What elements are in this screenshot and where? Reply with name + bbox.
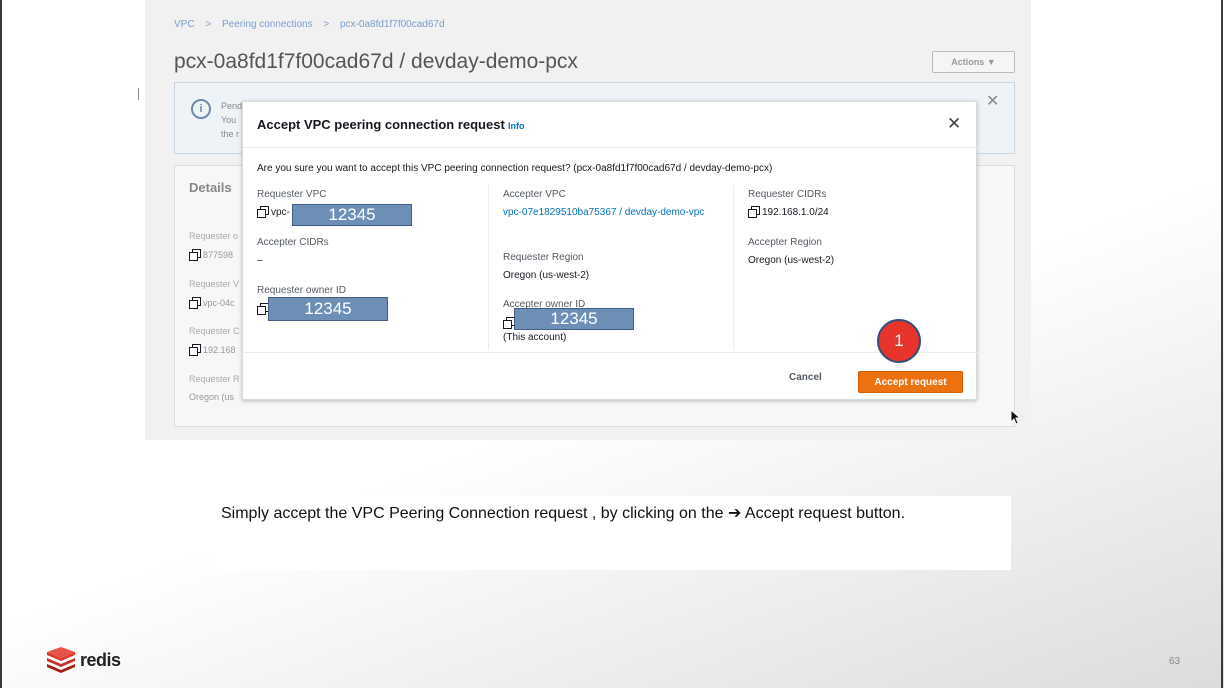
accepter-cidrs-label: Accepter CIDRs [257, 237, 329, 248]
details-value-text: vpc-04c [203, 298, 235, 308]
slide-caption: Simply accept the VPC Peering Connection… [221, 505, 906, 522]
page-title: pcx-0a8fd1f7f00cad67d / devday-demo-pcx [174, 50, 578, 73]
actions-button[interactable]: Actions ▼ [932, 51, 1015, 73]
info-icon: i [191, 99, 211, 119]
copy-icon [189, 249, 201, 261]
accept-request-modal: Accept VPC peering connection request In… [242, 101, 978, 400]
details-value: 192.168 [189, 344, 236, 356]
details-value: vpc-04c [189, 297, 235, 309]
copy-icon [189, 297, 201, 309]
redaction-box: 12345 [268, 297, 388, 321]
details-value-text: 192.168 [203, 345, 236, 355]
copy-icon[interactable] [503, 317, 515, 329]
requester-owner-id-label: Requester owner ID [257, 285, 346, 296]
info-link[interactable]: Info [508, 121, 525, 131]
details-label: Requester V [189, 279, 240, 289]
copy-icon[interactable] [257, 303, 269, 315]
modal-header: Accept VPC peering connection request In… [243, 102, 978, 148]
slide-right-border [1221, 0, 1223, 688]
redis-logo-icon [47, 647, 75, 673]
column-divider [733, 185, 734, 350]
confirmation-question: Are you sure you want to accept this VPC… [257, 163, 773, 174]
close-icon[interactable]: ✕ [947, 114, 961, 134]
step-badge: 1 [877, 319, 921, 363]
redaction-box: 12345 [514, 308, 634, 330]
details-title: Details [189, 180, 232, 195]
details-value: 877598 [189, 249, 234, 261]
column-divider [488, 185, 489, 350]
logo-text: redis [80, 650, 121, 670]
requester-region-value: Oregon (us-west-2) [503, 270, 590, 281]
cancel-button[interactable]: Cancel [789, 372, 822, 383]
accepter-region-value: Oregon (us-west-2) [748, 255, 835, 266]
copy-icon[interactable] [748, 206, 760, 218]
details-value: Oregon (us [189, 392, 235, 402]
breadcrumb-peering-connections[interactable]: Peering connections [222, 19, 313, 30]
this-account-note: (This account) [503, 332, 567, 343]
modal-title: Accept VPC peering connection request [257, 117, 505, 132]
page-number: 63 [1169, 656, 1181, 667]
breadcrumb-separator: > [205, 19, 212, 30]
requester-vpc-value: vpc- [257, 206, 290, 220]
accepter-vpc-link[interactable]: vpc-07e1829510ba75367 / devday-demo-vpc [503, 206, 718, 220]
requester-vpc-label: Requester VPC [257, 189, 327, 200]
accepter-region-label: Accepter Region [748, 237, 822, 248]
slide-left-border [0, 0, 2, 688]
requester-cidrs-value: 192.168.1.0/24 [748, 206, 829, 220]
details-label: Requester C [189, 326, 240, 336]
accepter-vpc-label: Accepter VPC [503, 189, 566, 200]
copy-icon[interactable] [257, 206, 269, 218]
requester-vpc-prefix: vpc- [271, 207, 290, 218]
requester-cidrs-text: 192.168.1.0/24 [762, 207, 829, 218]
copy-icon [189, 344, 201, 356]
details-label: Requester R [189, 374, 240, 384]
breadcrumb: VPC > Peering connections > pcx-0a8fd1f7… [174, 19, 453, 30]
redaction-box: 12345 [292, 204, 412, 226]
breadcrumb-separator: > [323, 19, 330, 30]
requester-cidrs-label: Requester CIDRs [748, 189, 827, 200]
requester-region-label: Requester Region [503, 252, 584, 263]
breadcrumb-current: pcx-0a8fd1f7f00cad67d [340, 19, 445, 30]
edge-mark [138, 88, 139, 100]
accept-request-button[interactable]: Accept request [858, 371, 963, 393]
accepter-cidrs-value: – [257, 255, 263, 266]
caption-box: Simply accept the VPC Peering Connection… [209, 496, 1011, 570]
details-label: Requester o [189, 231, 239, 241]
mouse-cursor-icon [1010, 409, 1020, 425]
alert-close-icon[interactable]: ✕ [986, 91, 999, 111]
breadcrumb-vpc[interactable]: VPC [174, 19, 195, 30]
details-value-text: 877598 [203, 250, 234, 260]
